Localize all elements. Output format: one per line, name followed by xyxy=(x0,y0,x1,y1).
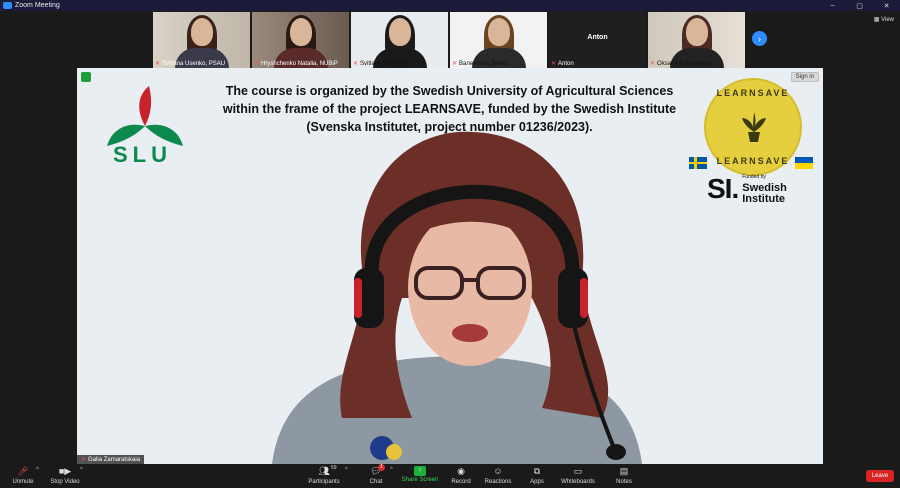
record-icon: ◉ xyxy=(457,466,465,476)
notes-icon: ▤ xyxy=(619,466,629,476)
participants-button[interactable]: 👥︎ 59 Participants ^ xyxy=(307,464,348,488)
unmute-label: Unmute xyxy=(12,479,34,485)
participant-tile[interactable]: ✕ Hryshchenko Natalia, NUBiP xyxy=(252,12,349,68)
leave-button[interactable]: Leave xyxy=(866,470,894,482)
participant-name: Anton xyxy=(558,60,574,67)
participant-face xyxy=(685,18,708,46)
window-controls: – ▢ ✕ xyxy=(819,0,900,11)
audio-options-chevron-icon[interactable]: ^ xyxy=(36,467,39,473)
zoom-app-icon xyxy=(3,2,12,9)
video-options-chevron-icon[interactable]: ^ xyxy=(80,467,83,473)
participant-face xyxy=(388,18,411,46)
plant-pot-icon xyxy=(742,112,766,142)
participant-tile[interactable]: ✕ Валентина Демко xyxy=(450,12,547,68)
speaker-name-tag: ✕ Galia Zamaratskaia xyxy=(77,455,145,464)
view-label: View xyxy=(881,17,894,23)
reactions-button[interactable]: ☺ Reactions xyxy=(484,464,512,488)
participant-name: Oksana Kravchenko xyxy=(657,60,712,67)
record-button[interactable]: ◉ Record xyxy=(450,464,472,488)
participant-tile[interactable]: ✕ Oksana Kravchenko xyxy=(648,12,745,68)
share-screen-icon: ↑ xyxy=(414,466,426,476)
muted-mic-icon: ✕ xyxy=(650,61,656,67)
speaker-video-feed xyxy=(272,131,642,464)
video-camera-icon: ■▶ xyxy=(58,466,72,476)
minimize-button[interactable]: – xyxy=(819,0,846,11)
window-title: Zoom Meeting xyxy=(15,2,60,9)
encryption-shield-icon[interactable] xyxy=(81,72,91,82)
apps-label: Apps xyxy=(530,479,544,485)
participant-tile[interactable]: Anton ✕ Anton xyxy=(549,12,646,68)
participant-name: Svitlana Usenko, PSAU xyxy=(162,60,226,67)
apps-icon: ⧉ xyxy=(533,466,541,476)
participant-name: Валентина Демко xyxy=(459,60,509,67)
participant-face xyxy=(487,18,510,46)
swedish-institute-logo: SI. Funded by Swedish Institute xyxy=(707,172,787,205)
learnsave-bottom-text: LEARNSAVE xyxy=(716,156,790,166)
muted-mic-icon: ✕ xyxy=(452,61,458,67)
meeting-toolbar: 🎤︎ Unmute ^ ■▶ Stop Video ^ 👥︎ 59 Partic… xyxy=(0,464,900,488)
whiteboards-label: Whiteboards xyxy=(561,479,595,485)
participant-face xyxy=(289,18,312,46)
share-screen-button[interactable]: ↑ Share Screen xyxy=(402,464,438,488)
learnsave-logo: LEARNSAVE LEARNSAVE xyxy=(704,78,802,176)
muted-mic-icon: ✕ xyxy=(254,61,260,67)
muted-mic-icon: ✕ xyxy=(353,61,359,67)
chat-unread-badge: 1 xyxy=(378,464,385,471)
maximize-button[interactable]: ▢ xyxy=(846,0,873,11)
chat-label: Chat xyxy=(369,479,383,485)
participants-icon: 👥︎ xyxy=(318,466,330,476)
muted-mic-icon: ✕ xyxy=(81,457,87,463)
speaker-name: Galia Zamaratskaia xyxy=(88,456,141,463)
participant-tile[interactable]: ✕ Svitlana Usenko, PSAU xyxy=(153,12,250,68)
swedish-flag-icon xyxy=(689,157,707,169)
participant-name: Hryshchenko Natalia, NUBiP xyxy=(261,60,338,67)
muted-mic-icon: 🎤︎ xyxy=(17,466,29,476)
participant-display-name: Anton xyxy=(587,34,608,41)
stop-video-label: Stop Video xyxy=(50,479,80,485)
participant-gallery: ✕ Svitlana Usenko, PSAU ✕ Hryshchenko Nata… xyxy=(153,12,745,68)
notes-label: Notes xyxy=(616,479,632,485)
muted-mic-icon: ✕ xyxy=(155,61,161,67)
smiley-icon: ☺ xyxy=(493,466,503,476)
si-mark: SI. xyxy=(707,172,739,204)
participant-name: Svitlana Bazyvoliak xyxy=(360,60,412,67)
apps-button[interactable]: ⧉ Apps xyxy=(528,464,546,488)
title-bar: Zoom Meeting – ▢ ✕ xyxy=(0,0,900,11)
slu-logo-text: SLU xyxy=(113,142,172,167)
share-screen-label: Share Screen xyxy=(401,477,439,483)
ukrainian-flag-icon xyxy=(795,157,813,169)
record-label: Record xyxy=(451,479,471,485)
participants-count: 59 xyxy=(331,465,337,471)
close-button[interactable]: ✕ xyxy=(873,0,900,11)
participants-options-chevron-icon[interactable]: ^ xyxy=(345,467,348,473)
whiteboards-button[interactable]: ▭ Whiteboards xyxy=(559,464,597,488)
gallery-next-page-button[interactable]: › xyxy=(752,31,767,46)
unmute-button[interactable]: 🎤︎ Unmute ^ xyxy=(10,464,39,488)
view-button[interactable]: ▦ View xyxy=(874,16,894,23)
muted-mic-icon: ✕ xyxy=(551,61,557,67)
participants-label: Participants xyxy=(308,479,340,485)
participant-face xyxy=(190,18,213,46)
stop-video-button[interactable]: ■▶ Stop Video ^ xyxy=(48,464,82,488)
active-speaker-video: Sign in SLU The course is organized by t… xyxy=(77,68,823,464)
zoom-meeting-window: Zoom Meeting – ▢ ✕ ✕ Svitlana Usenko, PSA… xyxy=(0,0,900,488)
chat-button[interactable]: 💬︎ 1 Chat ^ xyxy=(366,464,393,488)
participant-tile[interactable]: ✕ Svitlana Bazyvoliak xyxy=(351,12,448,68)
learnsave-top-text: LEARNSAVE xyxy=(716,88,790,98)
whiteboard-icon: ▭ xyxy=(573,466,583,476)
reactions-label: Reactions xyxy=(484,479,512,485)
si-name-line-2: Institute xyxy=(742,193,786,205)
view-grid-icon: ▦ xyxy=(873,17,880,23)
sign-in-button[interactable]: Sign in xyxy=(790,72,819,82)
chat-options-chevron-icon[interactable]: ^ xyxy=(390,467,393,473)
notes-button[interactable]: ▤ Notes xyxy=(614,464,634,488)
